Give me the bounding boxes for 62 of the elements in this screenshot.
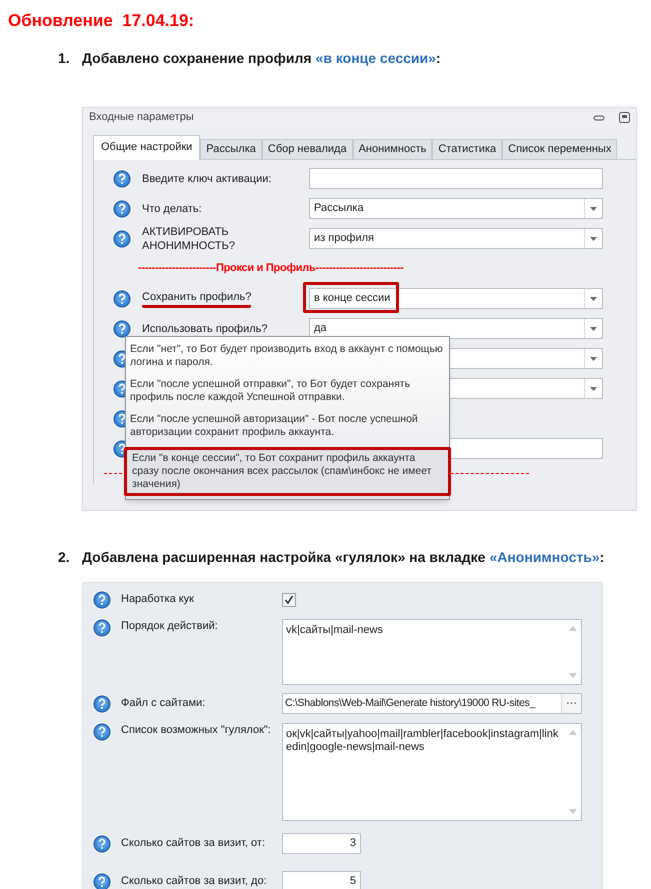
field-label: Файл с сайтами: (121, 696, 206, 711)
help-icon[interactable] (93, 590, 111, 608)
tab[interactable]: Анонимность (352, 138, 432, 160)
caret-icon (590, 386, 597, 390)
help-icon[interactable] (113, 290, 131, 308)
checkbox[interactable] (282, 592, 296, 606)
item-highlight: «в конце сессии» (316, 48, 436, 68)
tooltip-paragraph: Если "после успешной отправки", то Бот будет сохранять профиль после каждой Успешной отправки. (129, 376, 412, 404)
list-number: 1. (58, 48, 71, 68)
help-icon[interactable] (93, 834, 111, 852)
item-text: Добавлена расширенная настройка «гулялок» на вкладке (82, 548, 486, 567)
help-icon[interactable] (93, 722, 111, 740)
number-field[interactable]: 3 (282, 833, 361, 854)
dropdown-field[interactable]: Рассылка (309, 198, 603, 219)
help-icon[interactable] (113, 170, 131, 188)
field-label: АКТИВИРОВАТЬ АНОНИМНОСТЬ? (142, 226, 235, 252)
item-colon: : (436, 48, 441, 68)
dropdown-field[interactable]: в конце сессии (309, 288, 603, 309)
item-colon: : (600, 548, 604, 566)
field-label: Использовать профиль? (142, 322, 268, 334)
field-label: Сохранить профиль? (142, 290, 252, 308)
help-icon[interactable] (113, 200, 131, 218)
dropdown-field[interactable]: да (309, 318, 603, 339)
window-title: Входные параметры (89, 110, 195, 126)
item-highlight: «Анонимность» (489, 548, 600, 566)
caret-icon (590, 356, 597, 360)
tooltip-paragraph: Если "в конце сессии", то Бот сохранит профиль аккаунта сразу после окончания всех рассылок (спам\инбокс не имеет значения) (124, 446, 451, 496)
field-label: Список возможных "гулялок": (121, 722, 272, 738)
check-icon (284, 594, 294, 604)
tooltip-paragraph: Если "после успешной авторизации" - Бот после успешной авторизации сохранит профиль аккаунта. (129, 412, 419, 440)
text-field[interactable] (309, 168, 603, 189)
item-text: Добавлено сохранение профиля (82, 48, 312, 68)
help-icon[interactable] (93, 872, 111, 889)
tab[interactable]: Рассылка (200, 138, 262, 160)
caret-icon (590, 296, 597, 300)
field-label: Сколько сайтов за визит, до: (121, 874, 268, 889)
browse-button[interactable]: ··· (561, 694, 581, 713)
field-label: Введите ключ активации: (142, 172, 272, 184)
help-icon[interactable] (113, 230, 131, 248)
help-icon[interactable] (93, 618, 111, 636)
list-number: 2. (58, 548, 71, 566)
help-icon[interactable] (113, 320, 131, 338)
field-label: Наработка кук (121, 592, 195, 607)
field-label: Сколько сайтов за визит, от: (121, 836, 266, 851)
section-separator: -----------------------Прокси и Профиль-------------------------- (138, 261, 404, 276)
help-icon[interactable] (93, 694, 111, 712)
field-label: Порядок действий: (121, 618, 219, 634)
tab[interactable]: Список переменных (502, 138, 618, 160)
update-heading: Обновление 17.04.19: (7, 10, 196, 32)
tab[interactable]: Общие настройки (93, 134, 200, 160)
file-path-field[interactable]: C:\Shablons\Web-Mail\Generate history\19000 RU-sites_ ··· (282, 693, 582, 714)
minimize-icon[interactable] (593, 114, 605, 122)
caret-icon (590, 236, 597, 240)
tab[interactable]: Сбор невалида (262, 138, 353, 160)
tooltip-paragraph: Если "нет", то Бот будет производить вход в аккаунт с помощью логина и пароля. (129, 342, 444, 370)
field-label: Что делать: (142, 202, 202, 214)
caret-icon (590, 326, 597, 330)
number-field[interactable]: 5 (282, 871, 361, 889)
tab[interactable]: Статистика (432, 138, 502, 160)
dropdown-field[interactable]: из профиля (309, 228, 603, 249)
caret-icon (590, 206, 597, 210)
restore-icon[interactable] (619, 112, 630, 123)
